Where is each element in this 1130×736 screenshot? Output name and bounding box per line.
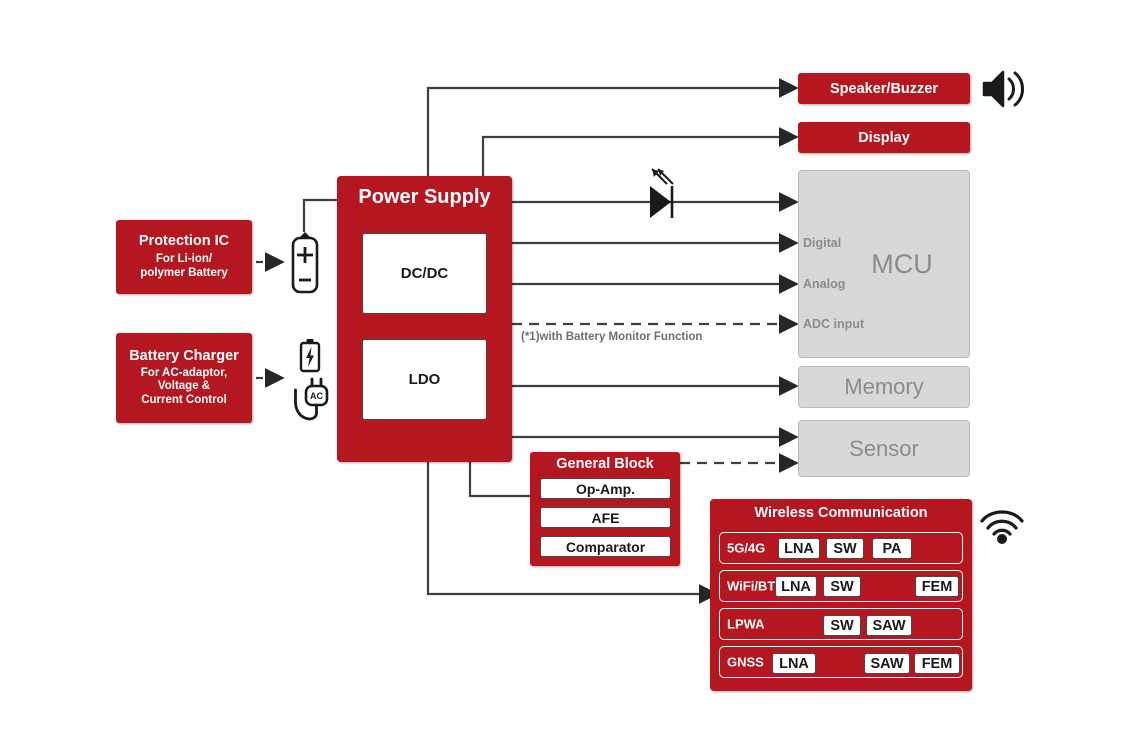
wireless-part-wifibt-sw[interactable]: SW	[823, 576, 861, 597]
ac-plug-icon: AC	[294, 377, 329, 421]
wireless-part-label: SW	[830, 578, 854, 595]
wireless-part-label: SW	[833, 540, 857, 557]
wireless-row-label-lpwa: LPWA	[727, 616, 765, 632]
memory-block[interactable]: Memory	[798, 366, 970, 408]
wireless-part-gnss-fem[interactable]: FEM	[914, 653, 960, 674]
protection-ic-sub-line2: polymer Battery	[140, 266, 228, 279]
wireless-row-label-wifibt: WiFi/BT	[727, 578, 776, 594]
battery-icon	[291, 232, 319, 294]
dcdc-label: DC/DC	[400, 265, 449, 282]
wireless-part-gnss-lna[interactable]: LNA	[772, 653, 816, 674]
wireless-part-label: LNA	[779, 655, 809, 672]
led-diode-icon	[650, 168, 674, 218]
wifi-antenna-icon	[980, 510, 1024, 544]
mcu-port-adc-input: ADC input	[803, 317, 865, 331]
op-amp-label: Op-Amp.	[575, 480, 636, 497]
wireless-part-label: SAW	[870, 655, 904, 672]
battery-charger-sub-line1: For AC-adaptor,	[140, 366, 228, 379]
wireless-part-5g4g-lna[interactable]: LNA	[778, 538, 820, 559]
mcu-label: MCU	[871, 248, 933, 279]
battery-charger-title: Battery Charger	[129, 347, 239, 364]
afe-block[interactable]: AFE	[540, 507, 671, 528]
display-label: Display	[858, 129, 910, 146]
wireless-row-label-gnss: GNSS	[727, 654, 764, 670]
wireless-part-label: FEM	[921, 578, 953, 595]
charging-battery-icon	[299, 339, 321, 373]
wireless-part-label: FEM	[921, 655, 953, 672]
protection-ic-sub-line1: For Li-ion/	[155, 253, 213, 266]
battery-charger-block[interactable]: Battery Charger For AC-adaptor, Voltage …	[116, 333, 252, 423]
battery-charger-sub-line2: Voltage &	[157, 380, 211, 393]
wireless-part-label: LNA	[781, 578, 811, 595]
battery-charger-sub-line3: Current Control	[141, 394, 227, 407]
dcdc-block[interactable]: DC/DC	[362, 233, 487, 314]
wireless-part-5g4g-pa[interactable]: PA	[872, 538, 912, 559]
general-block-title: General Block	[556, 456, 654, 472]
wireless-communication-title: Wireless Communication	[754, 505, 928, 521]
speaker-buzzer-block[interactable]: Speaker/Buzzer	[798, 73, 970, 104]
op-amp-block[interactable]: Op-Amp.	[540, 478, 671, 499]
sensor-label: Sensor	[849, 435, 919, 461]
wireless-part-label: LNA	[784, 540, 814, 557]
comparator-label: Comparator	[565, 538, 646, 555]
wireless-part-label: SAW	[872, 617, 906, 634]
memory-label: Memory	[844, 374, 924, 399]
wireless-part-5g4g-sw[interactable]: SW	[826, 538, 864, 559]
comparator-block[interactable]: Comparator	[540, 536, 671, 557]
wireless-part-wifibt-lna[interactable]: LNA	[775, 576, 817, 597]
display-block[interactable]: Display	[798, 122, 970, 153]
mcu-port-digital: Digital	[803, 236, 842, 250]
block-diagram-canvas: Protection IC For Li-ion/ polymer Batter…	[0, 0, 1130, 736]
afe-label: AFE	[591, 509, 620, 526]
wireless-part-label: PA	[882, 540, 902, 557]
speaker-buzzer-label: Speaker/Buzzer	[830, 80, 938, 97]
protection-ic-title: Protection IC	[138, 233, 230, 250]
protection-ic-block[interactable]: Protection IC For Li-ion/ polymer Batter…	[116, 220, 252, 294]
wireless-part-wifibt-fem[interactable]: FEM	[915, 576, 959, 597]
sensor-block[interactable]: Sensor	[798, 420, 970, 477]
wireless-part-lpwa-saw[interactable]: SAW	[866, 615, 912, 636]
speaker-icon	[982, 70, 1024, 108]
ldo-block[interactable]: LDO	[362, 339, 487, 420]
wireless-part-lpwa-sw[interactable]: SW	[823, 615, 861, 636]
ldo-label: LDO	[408, 371, 441, 388]
mcu-port-analog: Analog	[803, 277, 846, 291]
wireless-part-gnss-saw[interactable]: SAW	[864, 653, 910, 674]
ac-plug-label: AC	[310, 391, 323, 401]
wireless-part-label: SW	[830, 617, 854, 634]
battery-monitor-note: (*1)with Battery Monitor Function	[521, 331, 703, 343]
wireless-row-label-5g4g: 5G/4G	[727, 540, 766, 556]
power-supply-title: Power Supply	[358, 186, 491, 208]
